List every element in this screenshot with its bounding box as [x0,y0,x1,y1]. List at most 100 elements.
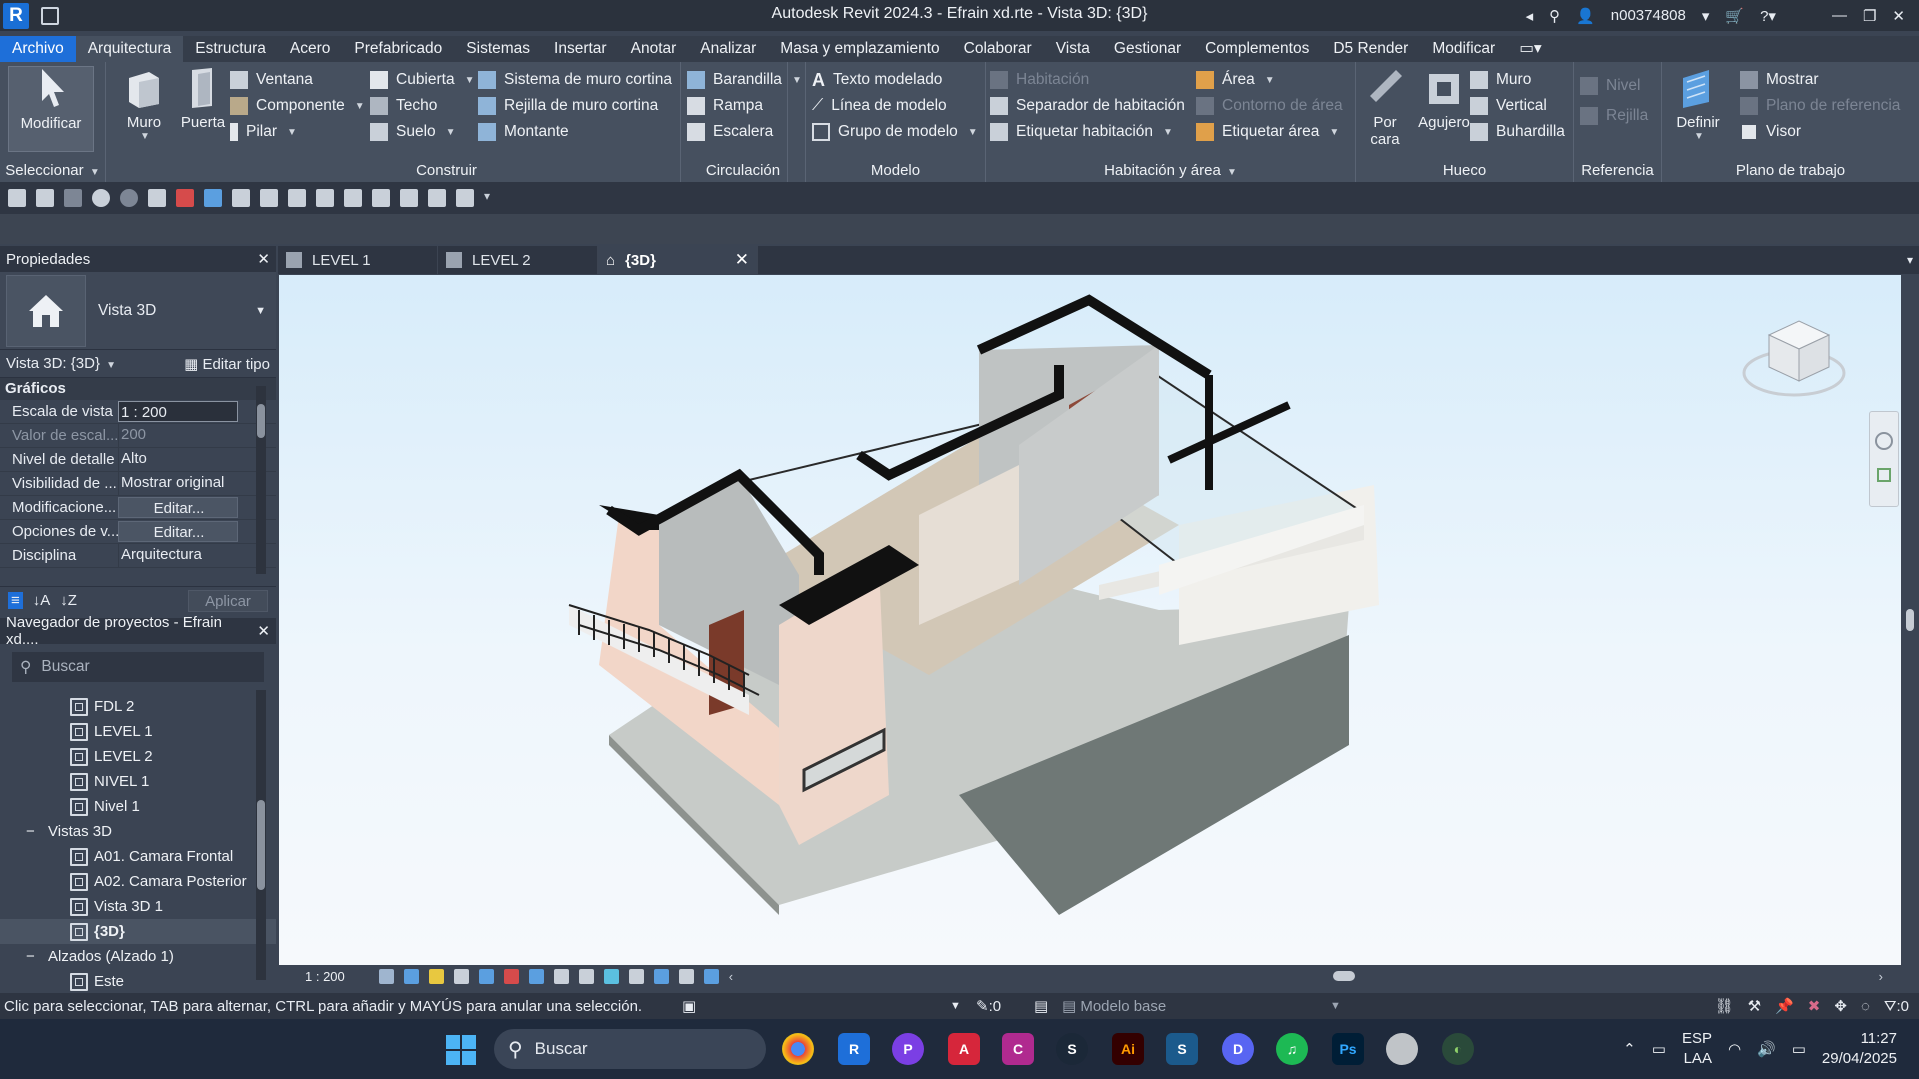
level-button[interactable]: Nivel [1580,72,1640,100]
modify-button[interactable]: Modificar [8,66,94,152]
taskbar-search-input[interactable]: ⚲ Buscar [494,1029,766,1069]
tab-arquitectura[interactable]: Arquitectura [75,36,184,62]
tag-area-button[interactable]: Etiquetar área ▼ [1196,118,1339,146]
tab-masa[interactable]: Masa y emplazamiento [768,36,951,62]
windows-start-icon[interactable] [446,1035,476,1065]
sort-icon[interactable]: ≡ [8,592,23,609]
workset-icon[interactable]: ▣ [682,997,696,1015]
chevron-down-icon[interactable]: ▾ [1702,7,1710,25]
3d-viewport[interactable] [279,275,1901,965]
railing-button[interactable]: Barandilla ▼ [687,66,802,94]
model-line-button[interactable]: ⟋ Línea de modelo [812,92,947,120]
clock[interactable]: 11:27 29/04/2025 [1822,1029,1897,1069]
discipline-value[interactable]: Arquitectura [118,544,238,567]
tab-3d[interactable]: ⌂ {3D} ✕ [598,246,758,274]
view-scale-input[interactable]: 1 : 200 [118,401,238,422]
background-process-icon[interactable]: ◌ [1861,998,1870,1015]
detail-level-icon[interactable] [378,968,394,984]
window-button[interactable]: Ventana [230,66,313,94]
steam-icon[interactable]: S [1056,1033,1088,1065]
select-links-icon[interactable]: ⛓ [1715,997,1734,1015]
analytical-model-icon[interactable] [653,968,669,984]
list-item[interactable]: FDL 2 [0,694,276,719]
editing-requests-icon[interactable]: ✎:0 [976,997,1001,1015]
column-button[interactable]: Pilar ▼ [230,118,297,146]
list-item[interactable]: A01. Camara Frontal [0,844,276,869]
list-item[interactable]: Vista 3D 1 [0,894,276,919]
dimension-icon[interactable] [260,189,278,207]
wall-button[interactable]: Muro ▼ [116,66,172,142]
tab-analizar[interactable]: Analizar [688,36,768,62]
app-gray-icon[interactable] [1386,1033,1418,1065]
apply-button[interactable]: Aplicar [188,589,268,612]
sort-za-icon[interactable]: ↓Z [60,592,77,609]
close-hidden-icon[interactable] [428,189,446,207]
chevron-left-icon[interactable]: ◂ [1526,7,1534,25]
delete-icon[interactable] [176,189,194,207]
list-item[interactable]: LEVEL 1 [0,719,276,744]
section-icon[interactable] [372,189,390,207]
lock-view-icon[interactable] [553,968,569,984]
revit-logo-icon[interactable]: R [3,2,29,29]
revit-icon[interactable]: R [838,1033,870,1065]
wifi-icon[interactable]: ◠ [1728,1040,1741,1058]
reveal-constraints-icon[interactable] [703,968,719,984]
render-icon[interactable] [478,968,494,984]
component-button[interactable]: Componente ▼ [230,92,365,120]
ribbon-toggle-icon[interactable]: ▭▾ [1507,36,1553,62]
print-icon[interactable] [148,189,166,207]
tag-icon[interactable] [288,189,306,207]
chrome-icon[interactable] [782,1033,814,1065]
show-workplane-button[interactable]: Mostrar [1740,66,1819,94]
model-group-button[interactable]: Grupo de modelo ▼ [812,118,978,146]
stair-button[interactable]: Escalera [687,118,773,146]
tab-modificar[interactable]: Modificar [1420,36,1507,62]
tab-acero[interactable]: Acero [278,36,343,62]
shadows-icon[interactable] [453,968,469,984]
chevron-left-icon[interactable]: ‹ [729,969,733,984]
floor-button[interactable]: Suelo ▼ [370,118,456,146]
close-icon[interactable]: ✕ [257,250,270,268]
view-icon[interactable] [204,189,222,207]
undo-icon[interactable] [92,189,110,207]
room-button[interactable]: Habitación [990,66,1089,94]
panel-icon[interactable] [41,6,59,25]
edit-overrides-button[interactable]: Editar... [118,497,238,518]
set-workplane-button[interactable]: Definir ▼ [1670,66,1726,142]
curtain-system-button[interactable]: Sistema de muro cortina [478,66,672,94]
restore-icon[interactable]: ❐ [1863,7,1876,25]
tree-group-elevations[interactable]: − Alzados (Alzado 1) [0,944,276,969]
ramp-button[interactable]: Rampa [687,92,763,120]
tab-level-2[interactable]: LEVEL 2 [438,246,598,274]
cart-icon[interactable]: 🛒 [1725,7,1744,25]
select-underlay-icon[interactable]: ⚒ [1748,997,1761,1015]
model-text-button[interactable]: A Texto modelado [812,66,942,94]
discord-icon[interactable]: D [1222,1033,1254,1065]
help-icon[interactable]: ?▾ [1760,7,1776,25]
list-item-selected[interactable]: {3D} [0,919,276,944]
group-label-select[interactable]: Seleccionar ▼ [0,161,105,181]
tab-insertar[interactable]: Insertar [542,36,619,62]
group-label-room-area[interactable]: Habitación y área ▼ [986,161,1355,181]
edit-type-button[interactable]: ▦ Editar tipo [184,355,270,373]
drag-elements-icon[interactable]: ✥ [1834,997,1847,1015]
building-model[interactable] [279,275,1901,965]
tablet-icon[interactable]: ▭ [1652,1040,1666,1058]
cinema4d-icon[interactable]: C [1002,1033,1034,1065]
edit-display-options-button[interactable]: Editar... [118,521,238,542]
binoculars-icon[interactable]: ⚲ [1549,7,1560,25]
tab-colaborar[interactable]: Colaborar [952,36,1044,62]
chevron-down-icon[interactable]: ▼ [950,1000,961,1012]
show-crop-icon[interactable] [528,968,544,984]
redo-icon[interactable] [120,189,138,207]
properties-scrollbar[interactable] [256,386,266,574]
type-selector[interactable]: Vista 3D ▼ [0,272,276,350]
filter-icon[interactable]: ⛛:0 [1884,998,1909,1015]
hide-isolate-icon[interactable] [578,968,594,984]
list-item[interactable]: Nivel 1 [0,794,276,819]
dormer-button[interactable]: Buhardilla [1470,118,1565,146]
open-icon[interactable] [8,189,26,207]
area-boundary-button[interactable]: Contorno de área [1196,92,1343,120]
crop-view-icon[interactable] [503,968,519,984]
close-icon[interactable]: ✕ [1892,7,1905,25]
